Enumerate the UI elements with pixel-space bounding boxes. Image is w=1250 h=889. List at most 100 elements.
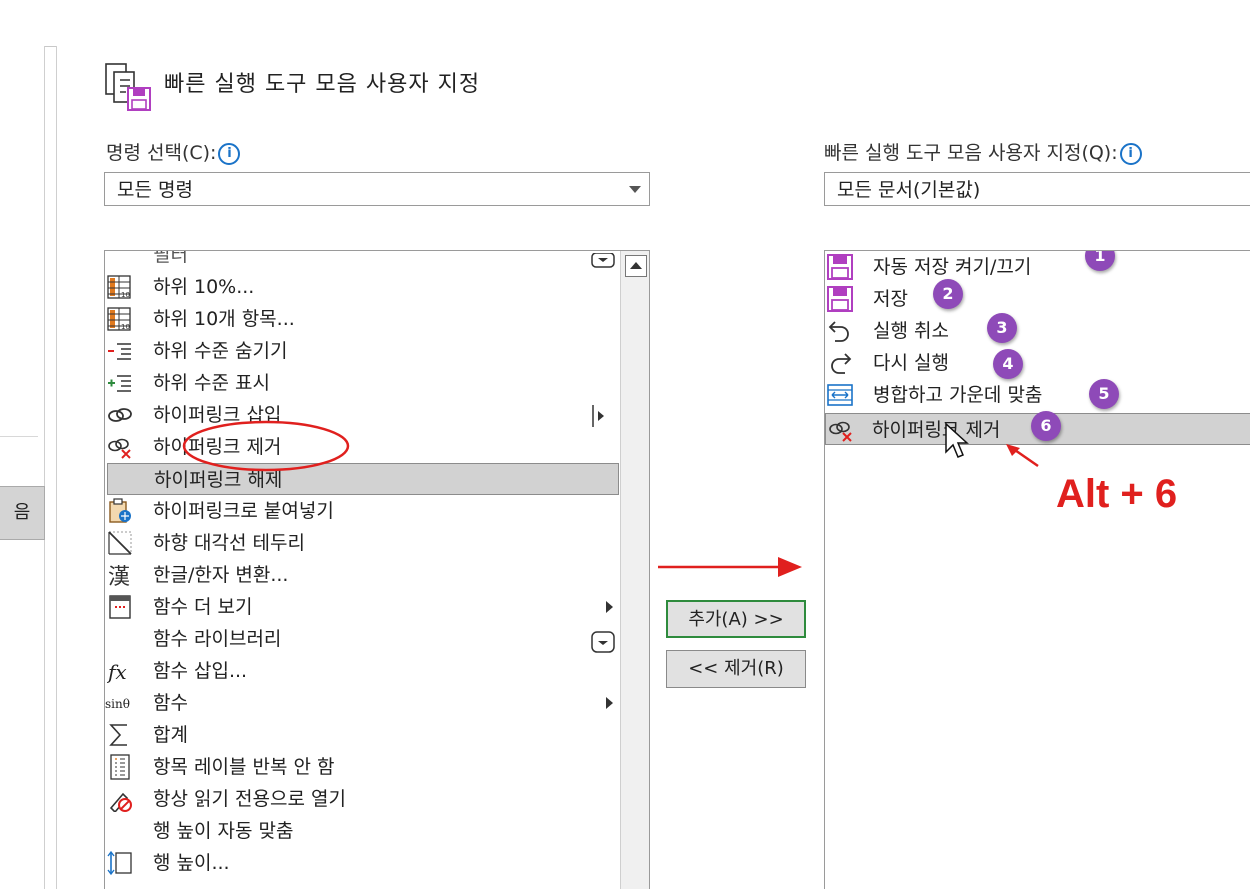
step-badge: 6 bbox=[1031, 411, 1061, 441]
list-item[interactable]: 함수 라이브러리 bbox=[105, 623, 621, 655]
highlight-ellipse bbox=[182, 420, 350, 472]
step-badge: 5 bbox=[1089, 379, 1119, 409]
nav-item-quick-access[interactable]: 음 bbox=[0, 486, 45, 540]
list-item-label: 하위 10%... bbox=[153, 276, 255, 298]
choose-commands-value: 모든 명령 bbox=[117, 179, 193, 201]
shortcut-annotation: Alt + 6 bbox=[1056, 472, 1178, 516]
list-item-label: 함수 라이브러리 bbox=[153, 628, 282, 650]
annotation-arrow-icon bbox=[1006, 444, 1039, 468]
svg-text:sinθ: sinθ bbox=[105, 697, 130, 711]
list-item[interactable]: 합계 bbox=[105, 719, 621, 751]
customize-qat-combo[interactable]: 모든 문서(기본값) bbox=[824, 172, 1250, 206]
remove-link-icon bbox=[108, 438, 131, 459]
window-top-area bbox=[0, 0, 1250, 47]
annotation-arrow-icon bbox=[658, 557, 802, 577]
list-item[interactable]: 함수 더 보기 bbox=[105, 591, 621, 623]
dialog-title: 빠른 실행 도구 모음 사용자 지정 bbox=[164, 72, 481, 97]
list-item-label: 함수 삽입... bbox=[153, 660, 248, 682]
choose-commands-label: 명령 선택(C): i bbox=[106, 138, 241, 165]
svg-text:漢: 漢 bbox=[108, 565, 130, 588]
list-item-label: 다시 실행 bbox=[873, 352, 949, 374]
options-nav-pane bbox=[0, 46, 45, 889]
list-item[interactable]: 행 높이... bbox=[105, 847, 621, 879]
remove-button[interactable]: << 제거(R) bbox=[666, 650, 806, 688]
diagonal-border-icon bbox=[108, 531, 132, 555]
show-detail-icon bbox=[108, 375, 131, 392]
list-item[interactable]: 10 하위 10%... bbox=[105, 271, 621, 303]
step-badge: 3 bbox=[987, 313, 1017, 343]
merge-center-icon bbox=[827, 384, 853, 406]
undo-icon bbox=[828, 321, 849, 342]
paste-link-icon bbox=[109, 498, 131, 523]
list-item-label: 자동 저장 켜기/끄기 bbox=[873, 256, 1032, 278]
nav-divider bbox=[0, 436, 38, 437]
list-item[interactable]: 행 높이 자동 맞춤 bbox=[105, 815, 621, 847]
list-item-label: 하위 수준 숨기기 bbox=[153, 340, 288, 362]
list-item[interactable]: 다시 실행 bbox=[825, 347, 1250, 379]
choose-commands-label-text: 명령 선택(C): bbox=[106, 142, 217, 164]
submenu-arrow-icon bbox=[606, 601, 613, 613]
list-item[interactable]: 하향 대각선 테두리 bbox=[105, 527, 621, 559]
mouse-cursor-icon bbox=[945, 422, 969, 458]
bottom-10-items-icon: 10 bbox=[107, 307, 131, 331]
list-item-label: 하위 수준 표시 bbox=[153, 372, 270, 394]
step-badge: 2 bbox=[933, 279, 963, 309]
fx-icon: fx bbox=[107, 660, 127, 684]
list-item[interactable]: 항목 레이블 반복 안 함 bbox=[105, 751, 621, 783]
list-item[interactable]: 10 하위 10개 항목... bbox=[105, 303, 621, 335]
bottom-10-icon: 10 bbox=[107, 275, 131, 299]
scroll-up-button[interactable] bbox=[625, 255, 647, 277]
add-button[interactable]: 추가(A) >> bbox=[666, 600, 806, 638]
svg-text:fx: fx bbox=[107, 660, 127, 684]
sigma-icon bbox=[109, 724, 127, 746]
list-item-label: 함수 더 보기 bbox=[153, 596, 253, 618]
list-item[interactable]: fx 함수 삽입... bbox=[105, 655, 621, 687]
step-badge: 4 bbox=[993, 349, 1023, 379]
info-icon[interactable]: i bbox=[218, 142, 241, 165]
save-icon bbox=[827, 286, 853, 312]
dropdown-arrow-icon[interactable] bbox=[629, 186, 641, 193]
list-item-label: 하이퍼링크 제거 bbox=[872, 419, 1001, 441]
qat-commands-list[interactable]: 자동 저장 켜기/끄기 1 저장 2 실행 취소 3 다시 실행 4 병합하고 … bbox=[824, 250, 1250, 889]
read-only-icon bbox=[109, 792, 132, 812]
list-item[interactable]: 필터 bbox=[105, 251, 621, 271]
list-item-label: 함수 bbox=[153, 692, 188, 714]
list-item-label: 항상 읽기 전용으로 열기 bbox=[153, 788, 346, 810]
list-item[interactable]: 漢 한글/한자 변환... bbox=[105, 559, 621, 591]
expand-icon[interactable] bbox=[591, 631, 615, 653]
list-item-label: 항목 레이블 반복 안 함 bbox=[153, 756, 335, 778]
customize-qat-value: 모든 문서(기본값) bbox=[837, 179, 981, 201]
list-item-label: 한글/한자 변환... bbox=[153, 564, 289, 586]
more-functions-icon bbox=[109, 595, 131, 619]
link-icon bbox=[108, 408, 132, 422]
list-item[interactable]: 하위 수준 숨기기 bbox=[105, 335, 621, 367]
commands-list[interactable]: 필터 10 하위 10%... 10 하위 10개 항목... 하위 수준 숨기… bbox=[104, 250, 650, 889]
redo-icon bbox=[831, 353, 852, 374]
list-item-label: 실행 취소 bbox=[873, 320, 949, 342]
choose-commands-combo[interactable]: 모든 명령 bbox=[104, 172, 650, 206]
commands-scrollbar[interactable] bbox=[620, 251, 649, 889]
expand-icon[interactable] bbox=[591, 253, 615, 269]
list-item[interactable]: 병합하고 가운데 맞춤 bbox=[825, 379, 1250, 411]
customize-qat-label: 빠른 실행 도구 모음 사용자 지정(Q): i bbox=[824, 138, 1142, 165]
list-item[interactable]: 하이퍼링크로 붙여넣기 bbox=[105, 495, 621, 527]
svg-text:10: 10 bbox=[121, 291, 130, 299]
split-submenu-icon[interactable] bbox=[591, 403, 607, 429]
list-item-label: 병합하고 가운데 맞춤 bbox=[873, 384, 1043, 406]
sin-icon: sinθ bbox=[105, 697, 130, 711]
customize-qat-icon bbox=[104, 62, 156, 112]
autosave-icon bbox=[827, 254, 853, 280]
list-item[interactable]: 실행 취소 bbox=[825, 315, 1250, 347]
list-item[interactable]: 저장 bbox=[825, 283, 1250, 315]
list-item[interactable]: sinθ 함수 bbox=[105, 687, 621, 719]
list-item[interactable]: 자동 저장 켜기/끄기 bbox=[825, 251, 1250, 283]
info-icon[interactable]: i bbox=[1119, 142, 1142, 165]
list-item[interactable]: 항상 읽기 전용으로 열기 bbox=[105, 783, 621, 815]
list-item[interactable]: 하위 수준 표시 bbox=[105, 367, 621, 399]
svg-text:10: 10 bbox=[121, 323, 130, 331]
submenu-arrow-icon bbox=[606, 697, 613, 709]
hide-detail-icon bbox=[108, 343, 131, 360]
list-item-label: 합계 bbox=[153, 724, 188, 746]
list-item-label: 저장 bbox=[873, 288, 908, 310]
list-item-label: 행 높이 자동 맞춤 bbox=[153, 820, 294, 842]
